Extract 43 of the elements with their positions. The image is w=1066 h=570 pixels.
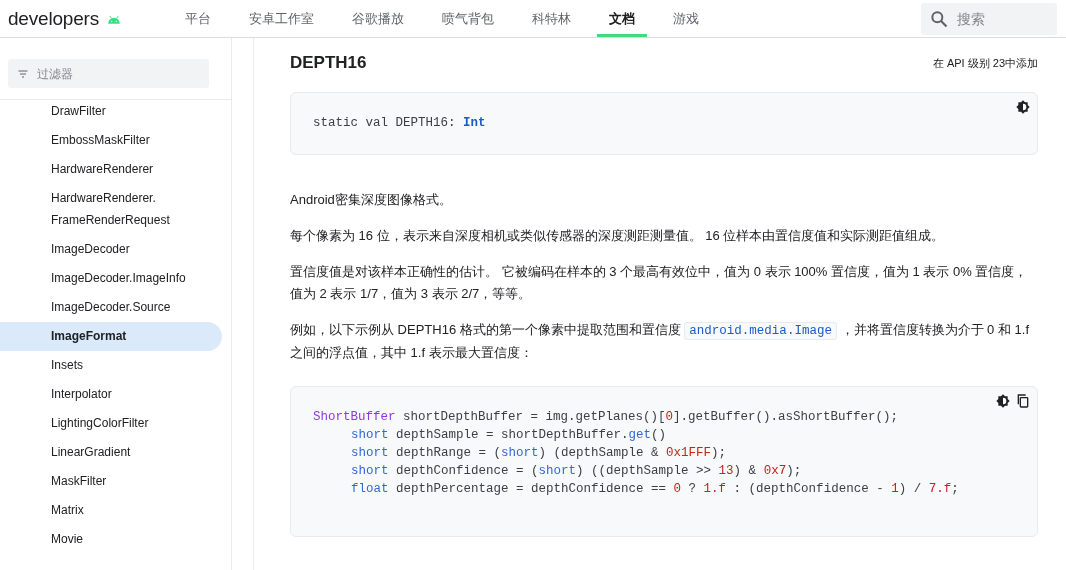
- sidebar-item[interactable]: Insets: [0, 351, 222, 380]
- inline-code[interactable]: android.media.Image: [684, 322, 837, 340]
- sidebar-item[interactable]: Matrix: [0, 496, 222, 525]
- theme-toggle-icon[interactable]: [995, 393, 1011, 409]
- code-line: float depthPercentage = depthConfidence == 0 ? 1.f : (depthConfidence - 1) / 7.f;: [350, 481, 960, 498]
- nav-tab[interactable]: 喷气背包: [430, 0, 506, 37]
- sidebar-item[interactable]: ImageDecoder.ImageInfo: [0, 264, 222, 293]
- nav-tab[interactable]: 文档: [597, 0, 647, 37]
- theme-toggle-icon[interactable]: [1015, 99, 1031, 115]
- sidebar-item[interactable]: DrawFilter: [0, 97, 222, 126]
- sidebar-item[interactable]: EmbossMaskFilter: [0, 126, 222, 155]
- nav-tab[interactable]: 科特林: [520, 0, 583, 37]
- sidebar-item[interactable]: ImageDecoder: [0, 235, 222, 264]
- code-line: static val DEPTH16: Int: [313, 115, 487, 132]
- code-line: ShortBuffer shortDepthBuffer = img.getPlanes()[0].getBuffer().asShortBuffer();: [313, 409, 900, 426]
- nav-tab[interactable]: 平台: [173, 0, 223, 37]
- nav-tab[interactable]: 安卓工作室: [237, 0, 326, 37]
- paragraph: Android密集深度图像格式。: [290, 191, 453, 209]
- filter-field[interactable]: 过滤器: [8, 59, 209, 88]
- api-level-note: 在 API 级别 23中添加: [932, 55, 1038, 71]
- sidebar-item[interactable]: LinearGradient: [0, 438, 222, 467]
- sidebar-item[interactable]: Interpolator: [0, 380, 222, 409]
- search-field[interactable]: 搜索: [921, 2, 1057, 35]
- sidebar-item[interactable]: ImageFormat: [0, 322, 222, 351]
- sidebar-item[interactable]: HardwareRenderer: [0, 155, 222, 184]
- logo-text[interactable]: developers: [8, 7, 99, 30]
- paragraph: 例如，以下示例从 DEPTH16 格式的第一个像素中提取范围和置信度 android.media.Image ，并将置信度转换为介于 0 和 1.f 之间的浮点值，其中 1.f 表示最大置信度：: [290, 321, 1031, 362]
- sidebar-item[interactable]: HardwareRenderer. FrameRenderRequest: [0, 184, 222, 235]
- sidebar-item[interactable]: LightingColorFilter: [0, 409, 222, 438]
- sidebar-item[interactable]: MaskFilter: [0, 467, 222, 496]
- sidebar-item[interactable]: Movie: [0, 525, 222, 554]
- copy-icon[interactable]: [1015, 393, 1031, 409]
- search-icon[interactable]: [929, 8, 949, 29]
- sidebar-item[interactable]: ImageDecoder.Source: [0, 293, 222, 322]
- code-line: short depthRange = (short) (depthSample & 0x1FFF);: [350, 445, 728, 462]
- page-title: DEPTH16: [290, 53, 367, 73]
- nav-tab[interactable]: 游戏: [661, 0, 711, 37]
- code-line: short depthConfidence = (short) ((depthSample >> 13) & 0x7);: [350, 463, 803, 480]
- filter-icon: [17, 67, 29, 80]
- nav-tab[interactable]: 谷歌播放: [340, 0, 416, 37]
- paragraph: 置信度值是对该样本正确性的估计。 它被编码在样本的 3 个最高有效位中，值为 0 表示 100% 置信度，值为 1 表示 0% 置信度，值为 2 表示 1/7，值为 3 表示 2/7，等等。: [290, 263, 1029, 303]
- code-line: short depthSample = shortDepthBuffer.get(): [350, 427, 668, 444]
- paragraph: 每个像素为 16 位，表示来自深度相机或类似传感器的深度测距测量值。 16 位样本由置信度值和实际测距值组成。: [290, 227, 946, 245]
